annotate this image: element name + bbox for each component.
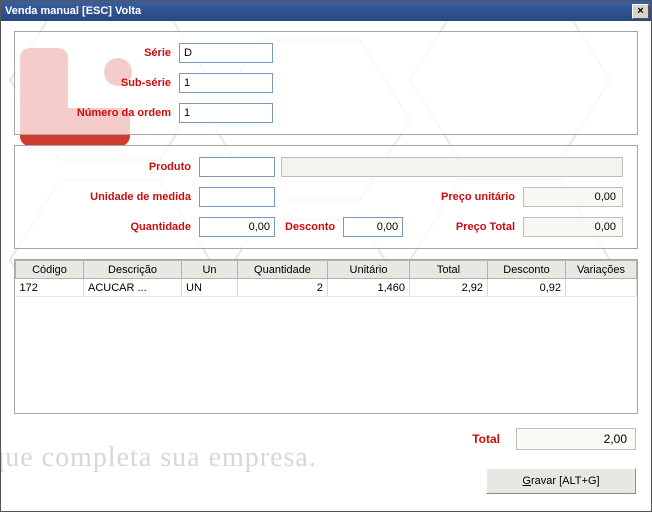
quantidade-input[interactable] <box>199 217 275 237</box>
quantidade-label: Quantidade <box>29 221 199 233</box>
preco-total-value: 0,00 <box>523 217 623 237</box>
panel-header: Série Sub-série Número da ordem <box>14 31 638 135</box>
items-table: Código Descrição Un Quantidade Unitário … <box>14 259 638 414</box>
th-descricao[interactable]: Descrição <box>84 261 182 279</box>
preco-total-label: Preço Total <box>456 221 523 233</box>
th-codigo[interactable]: Código <box>16 261 84 279</box>
cell-descricao: ACUCAR ... <box>84 279 182 297</box>
subserie-label: Sub-série <box>29 77 179 89</box>
unidade-input[interactable] <box>199 187 275 207</box>
th-total[interactable]: Total <box>410 261 488 279</box>
table-header-row: Código Descrição Un Quantidade Unitário … <box>16 261 637 279</box>
desconto-input[interactable] <box>343 217 403 237</box>
cell-total: 2,92 <box>410 279 488 297</box>
close-icon[interactable]: × <box>632 4 649 19</box>
summary-row: Total 2,00 <box>14 428 638 450</box>
total-value: 2,00 <box>516 428 636 450</box>
preco-unitario-label: Preço unitário <box>441 191 523 203</box>
panel-produto: Produto Unidade de medida Preço unitário… <box>14 145 638 249</box>
cell-quantidade: 2 <box>238 279 328 297</box>
preco-unitario-value: 0,00 <box>523 187 623 207</box>
unidade-label: Unidade de medida <box>29 191 199 203</box>
desconto-label: Desconto <box>285 221 343 233</box>
gravar-button[interactable]: Gravar [ALT+G] <box>486 468 636 494</box>
numero-ordem-label: Número da ordem <box>29 107 179 119</box>
produto-label: Produto <box>29 161 199 173</box>
th-un[interactable]: Un <box>182 261 238 279</box>
total-label: Total <box>472 432 500 446</box>
serie-label: Série <box>29 47 179 59</box>
cell-variacoes <box>566 279 637 297</box>
cell-un: UN <box>182 279 238 297</box>
subserie-input[interactable] <box>179 73 273 93</box>
cell-unitario: 1,460 <box>328 279 410 297</box>
produto-code-input[interactable] <box>199 157 275 177</box>
produto-desc-display <box>281 157 623 177</box>
window-title: Venda manual [ESC] Volta <box>5 5 632 17</box>
th-unitario[interactable]: Unitário <box>328 261 410 279</box>
titlebar: Venda manual [ESC] Volta × <box>1 1 651 21</box>
window-frame: Venda manual [ESC] Volta × Série Sub-sér… <box>0 0 652 512</box>
cell-codigo: 172 <box>16 279 84 297</box>
th-quantidade[interactable]: Quantidade <box>238 261 328 279</box>
th-variacoes[interactable]: Variações <box>566 261 637 279</box>
footer: Gravar [ALT+G] <box>14 468 638 494</box>
th-desconto[interactable]: Desconto <box>488 261 566 279</box>
numero-ordem-input[interactable] <box>179 103 273 123</box>
serie-input[interactable] <box>179 43 273 63</box>
table-row[interactable]: 172 ACUCAR ... UN 2 1,460 2,92 0,92 <box>16 279 637 297</box>
cell-desconto: 0,92 <box>488 279 566 297</box>
